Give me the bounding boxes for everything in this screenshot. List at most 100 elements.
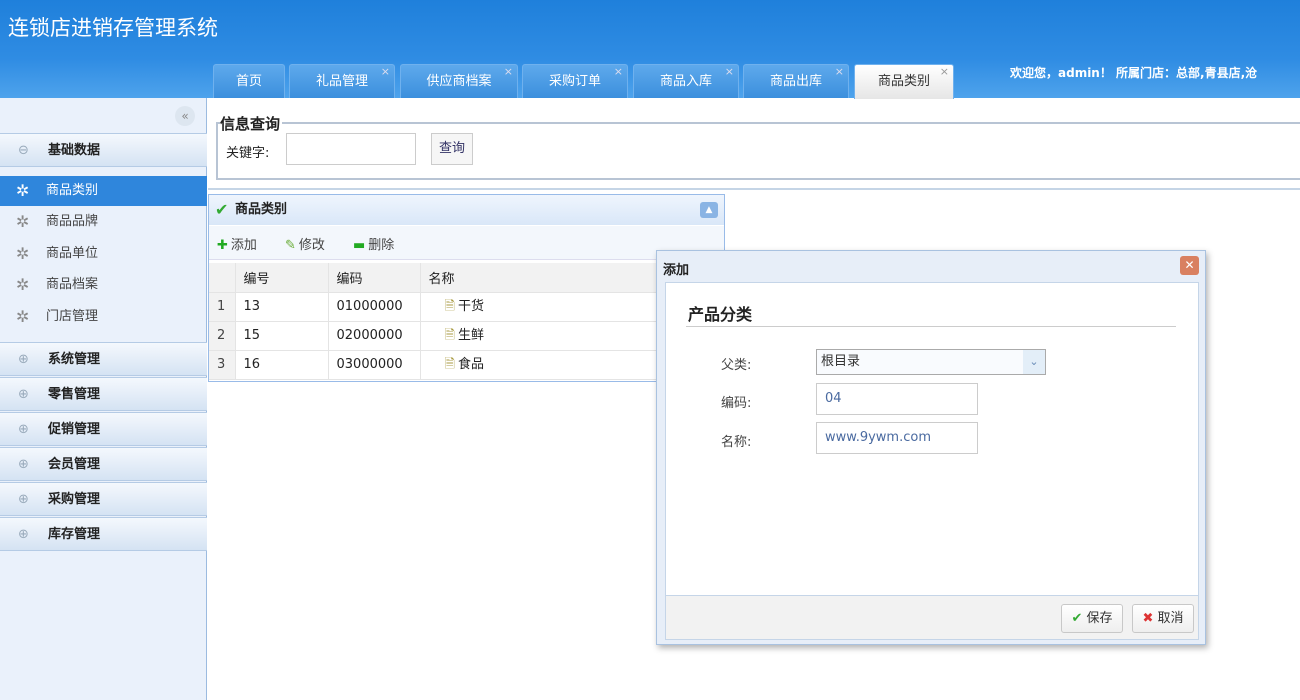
tab-label: 商品类别 [877, 74, 930, 89]
file-icon: 🗎 [444, 298, 455, 314]
form-title: 产品分类 [688, 305, 753, 324]
cancel-label: 取消 [1157, 611, 1184, 626]
grid-title: 商品类别 [235, 202, 288, 217]
close-icon[interactable]: × [614, 55, 623, 89]
expand-icon: ⊕ [18, 352, 29, 367]
collapse-sidebar-button[interactable]: « [175, 106, 195, 126]
tab-stock-in[interactable]: 商品入库 × [633, 64, 739, 98]
sidebar-item-label: 商品类别 [46, 183, 99, 198]
close-icon[interactable]: × [504, 55, 513, 89]
name-text: 生鲜 [457, 327, 484, 343]
section-label: 基础数据 [48, 143, 101, 158]
pencil-icon: ✎ [285, 238, 296, 253]
section-label: 系统管理 [48, 352, 101, 367]
close-icon[interactable]: × [835, 55, 844, 89]
app-title: 连锁店进销存管理系统 [8, 16, 218, 40]
parent-value: 根目录 [821, 354, 861, 369]
file-icon: 🗎 [444, 327, 455, 343]
table-row[interactable]: 3 16 03000000 🗎 食品 [209, 350, 724, 380]
section-member[interactable]: ⊕ 会员管理 [0, 447, 207, 481]
add-label: 添加 [230, 238, 257, 253]
cell-id: 15 [235, 321, 329, 351]
name-text: 干货 [457, 298, 484, 314]
close-icon[interactable]: × [725, 55, 734, 89]
chevron-down-icon[interactable]: ⌄ [1023, 350, 1045, 374]
parent-label: 父类: [721, 358, 752, 373]
name-text: 食品 [457, 356, 484, 372]
section-basic-data[interactable]: ⊖ 基础数据 [0, 133, 207, 167]
name-label: 名称: [721, 435, 752, 450]
section-system[interactable]: ⊕ 系统管理 [0, 342, 207, 376]
add-button[interactable]: ✚ 添加 [217, 234, 257, 253]
row-number: 3 [209, 350, 236, 380]
expand-icon: ⊕ [18, 527, 29, 542]
expand-icon: ⊕ [18, 387, 29, 402]
table-row[interactable]: 1 13 01000000 🗎 干货 [209, 292, 724, 322]
save-button[interactable]: ✔ 保存 [1061, 604, 1123, 633]
delete-label: 删除 [368, 238, 395, 253]
section-label: 会员管理 [48, 457, 101, 472]
tab-purchase-order[interactable]: 采购订单 × [522, 64, 628, 98]
edit-button[interactable]: ✎ 修改 [285, 234, 325, 253]
delete-button[interactable]: ▬ 删除 [353, 234, 394, 253]
divider [686, 326, 1176, 327]
category-grid-panel: ✔ 商品类别 ▲ ✚ 添加 ✎ 修改 ▬ 删除 编号 编码 名称 1 13 01000000 🗎 干货… [208, 194, 725, 382]
gear-icon: ✲ [16, 244, 30, 263]
name-input[interactable]: www.9ywm.com [816, 422, 978, 454]
sidebar-item-store-management[interactable]: ✲ 门店管理 [0, 302, 207, 332]
column-header[interactable]: 编码 [328, 263, 421, 293]
tab-product-category[interactable]: 商品类别 × [854, 64, 954, 99]
parent-select[interactable]: 根目录 ⌄ [816, 349, 1046, 375]
save-label: 保存 [1086, 611, 1113, 626]
sidebar-item-product-archive[interactable]: ✲ 商品档案 [0, 270, 207, 300]
tab-label: 礼品管理 [315, 74, 368, 89]
query-button[interactable]: 查询 [431, 133, 473, 165]
row-number: 1 [209, 292, 236, 322]
close-icon[interactable]: ✕ [1180, 256, 1199, 275]
grid-toolbar: ✚ 添加 ✎ 修改 ▬ 删除 [209, 226, 724, 260]
section-purchase[interactable]: ⊕ 采购管理 [0, 482, 207, 516]
tab-supplier[interactable]: 供应商档案 × [400, 64, 518, 98]
add-icon: ✚ [217, 238, 228, 253]
gear-icon: ✲ [16, 275, 30, 294]
tab-stock-out[interactable]: 商品出库 × [743, 64, 849, 98]
code-label: 编码: [721, 396, 752, 411]
rownum-header [209, 263, 236, 293]
dialog-title: 添加 [663, 263, 690, 278]
table-row[interactable]: 2 15 02000000 🗎 生鲜 [209, 321, 724, 351]
check-icon: ✔ [1071, 611, 1083, 626]
tab-home[interactable]: 首页 [213, 64, 285, 98]
gear-icon: ✲ [16, 181, 30, 200]
collapse-panel-icon[interactable]: ▲ [700, 202, 718, 218]
close-icon[interactable]: × [940, 55, 949, 89]
sidebar-item-label: 商品档案 [46, 277, 99, 292]
gear-icon: ✲ [16, 307, 30, 326]
sidebar-item-product-category[interactable]: ✲ 商品类别 [0, 176, 207, 206]
divider [208, 188, 1300, 190]
collapse-icon: ⊖ [18, 143, 29, 158]
tab-label: 商品入库 [659, 74, 712, 89]
cell-id: 16 [235, 350, 329, 380]
column-header[interactable]: 编号 [235, 263, 329, 293]
sidebar-item-product-unit[interactable]: ✲ 商品单位 [0, 239, 207, 269]
sidebar-item-product-brand[interactable]: ✲ 商品品牌 [0, 207, 207, 237]
table-header-row: 编号 编码 名称 [209, 263, 724, 293]
cell-code: 01000000 [328, 292, 421, 322]
section-promotion[interactable]: ⊕ 促销管理 [0, 412, 207, 446]
grid-header: ✔ 商品类别 ▲ [209, 195, 724, 225]
welcome-text: 欢迎您，admin！ 所属门店：总部,青县店,沧 [1010, 66, 1258, 80]
close-icon[interactable]: × [381, 55, 390, 89]
code-input[interactable]: 04 [816, 383, 978, 415]
tab-gift[interactable]: 礼品管理 × [289, 64, 395, 98]
cancel-button[interactable]: ✖ 取消 [1132, 604, 1194, 633]
cell-id: 13 [235, 292, 329, 322]
section-inventory[interactable]: ⊕ 库存管理 [0, 517, 207, 551]
section-label: 零售管理 [48, 387, 101, 402]
keyword-input[interactable] [286, 133, 416, 165]
tab-label: 采购订单 [548, 74, 601, 89]
section-retail[interactable]: ⊕ 零售管理 [0, 377, 207, 411]
check-icon: ✔ [215, 200, 229, 219]
add-dialog: 添加 ✕ 产品分类 父类: 根目录 ⌄ 编码: 04 名称: www.9ywm.c… [656, 250, 1206, 645]
sidebar-item-label: 商品单位 [46, 246, 99, 261]
cross-icon: ✖ [1142, 611, 1154, 626]
